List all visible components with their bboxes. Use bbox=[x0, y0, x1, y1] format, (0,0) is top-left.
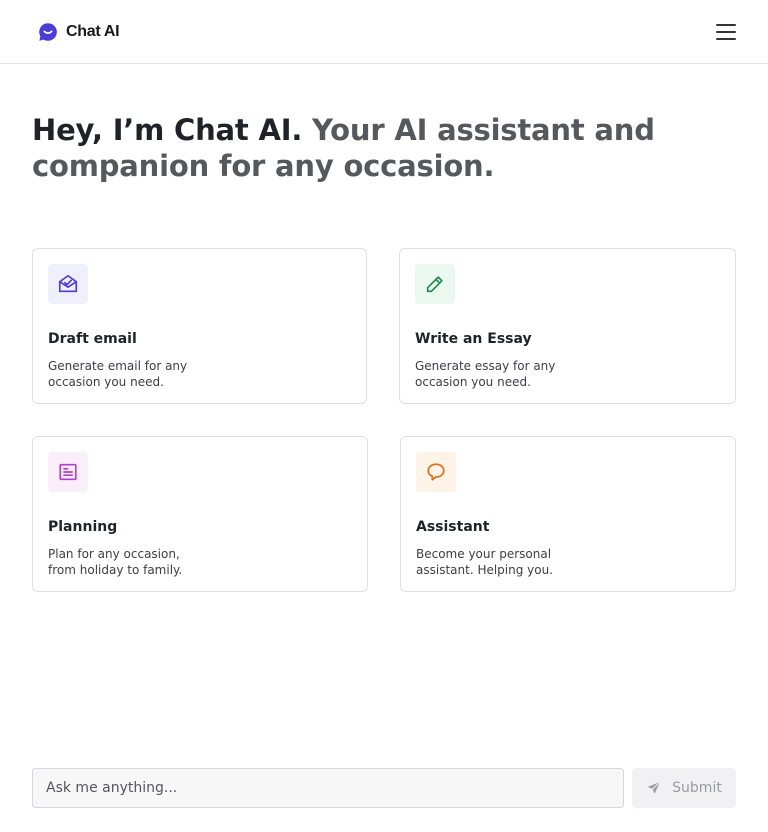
card-assistant[interactable]: Assistant Become your personal assistant… bbox=[400, 436, 736, 592]
submit-label: Submit bbox=[672, 780, 722, 796]
open-envelope-icon bbox=[58, 274, 78, 293]
card-title: Planning bbox=[48, 519, 118, 535]
ask-input[interactable] bbox=[32, 768, 624, 808]
menu-button[interactable] bbox=[716, 23, 736, 41]
card-icon-box bbox=[48, 264, 88, 304]
app-name: Chat AI bbox=[66, 22, 120, 40]
card-title: Draft email bbox=[48, 331, 137, 347]
card-description: Become your personal assistant. Helping … bbox=[416, 547, 554, 577]
app-header: Chat AI bbox=[0, 0, 768, 64]
card-icon-box bbox=[415, 264, 455, 304]
send-icon bbox=[647, 781, 661, 794]
card-icon-box bbox=[48, 452, 88, 492]
brand[interactable]: Chat AI bbox=[38, 22, 120, 42]
card-planning[interactable]: Planning Plan for any occasion, from hol… bbox=[32, 436, 368, 592]
composer: Submit bbox=[32, 768, 736, 808]
pencil-icon bbox=[426, 276, 443, 293]
list-document-icon bbox=[59, 463, 77, 481]
hero-heading: Hey, I’m Chat AI. Your AI assistant and … bbox=[32, 112, 672, 184]
card-description: Plan for any occasion, from holiday to f… bbox=[48, 547, 183, 577]
card-title: Write an Essay bbox=[415, 331, 532, 347]
card-title: Assistant bbox=[416, 519, 490, 535]
speech-bubble-icon bbox=[427, 463, 445, 481]
card-description: Generate email for any occasion you need… bbox=[48, 359, 188, 389]
card-description: Generate essay for any occasion you need… bbox=[415, 359, 556, 389]
hamburger-icon bbox=[716, 23, 736, 26]
card-icon-box bbox=[416, 452, 456, 492]
chat-smile-icon bbox=[39, 22, 57, 41]
submit-button[interactable]: Submit bbox=[632, 768, 736, 808]
card-write-essay[interactable]: Write an Essay Generate essay for any oc… bbox=[399, 248, 736, 404]
hero-greeting: Hey, I’m Chat AI. bbox=[32, 113, 303, 147]
card-draft-email[interactable]: Draft email Generate email for any occas… bbox=[32, 248, 367, 404]
